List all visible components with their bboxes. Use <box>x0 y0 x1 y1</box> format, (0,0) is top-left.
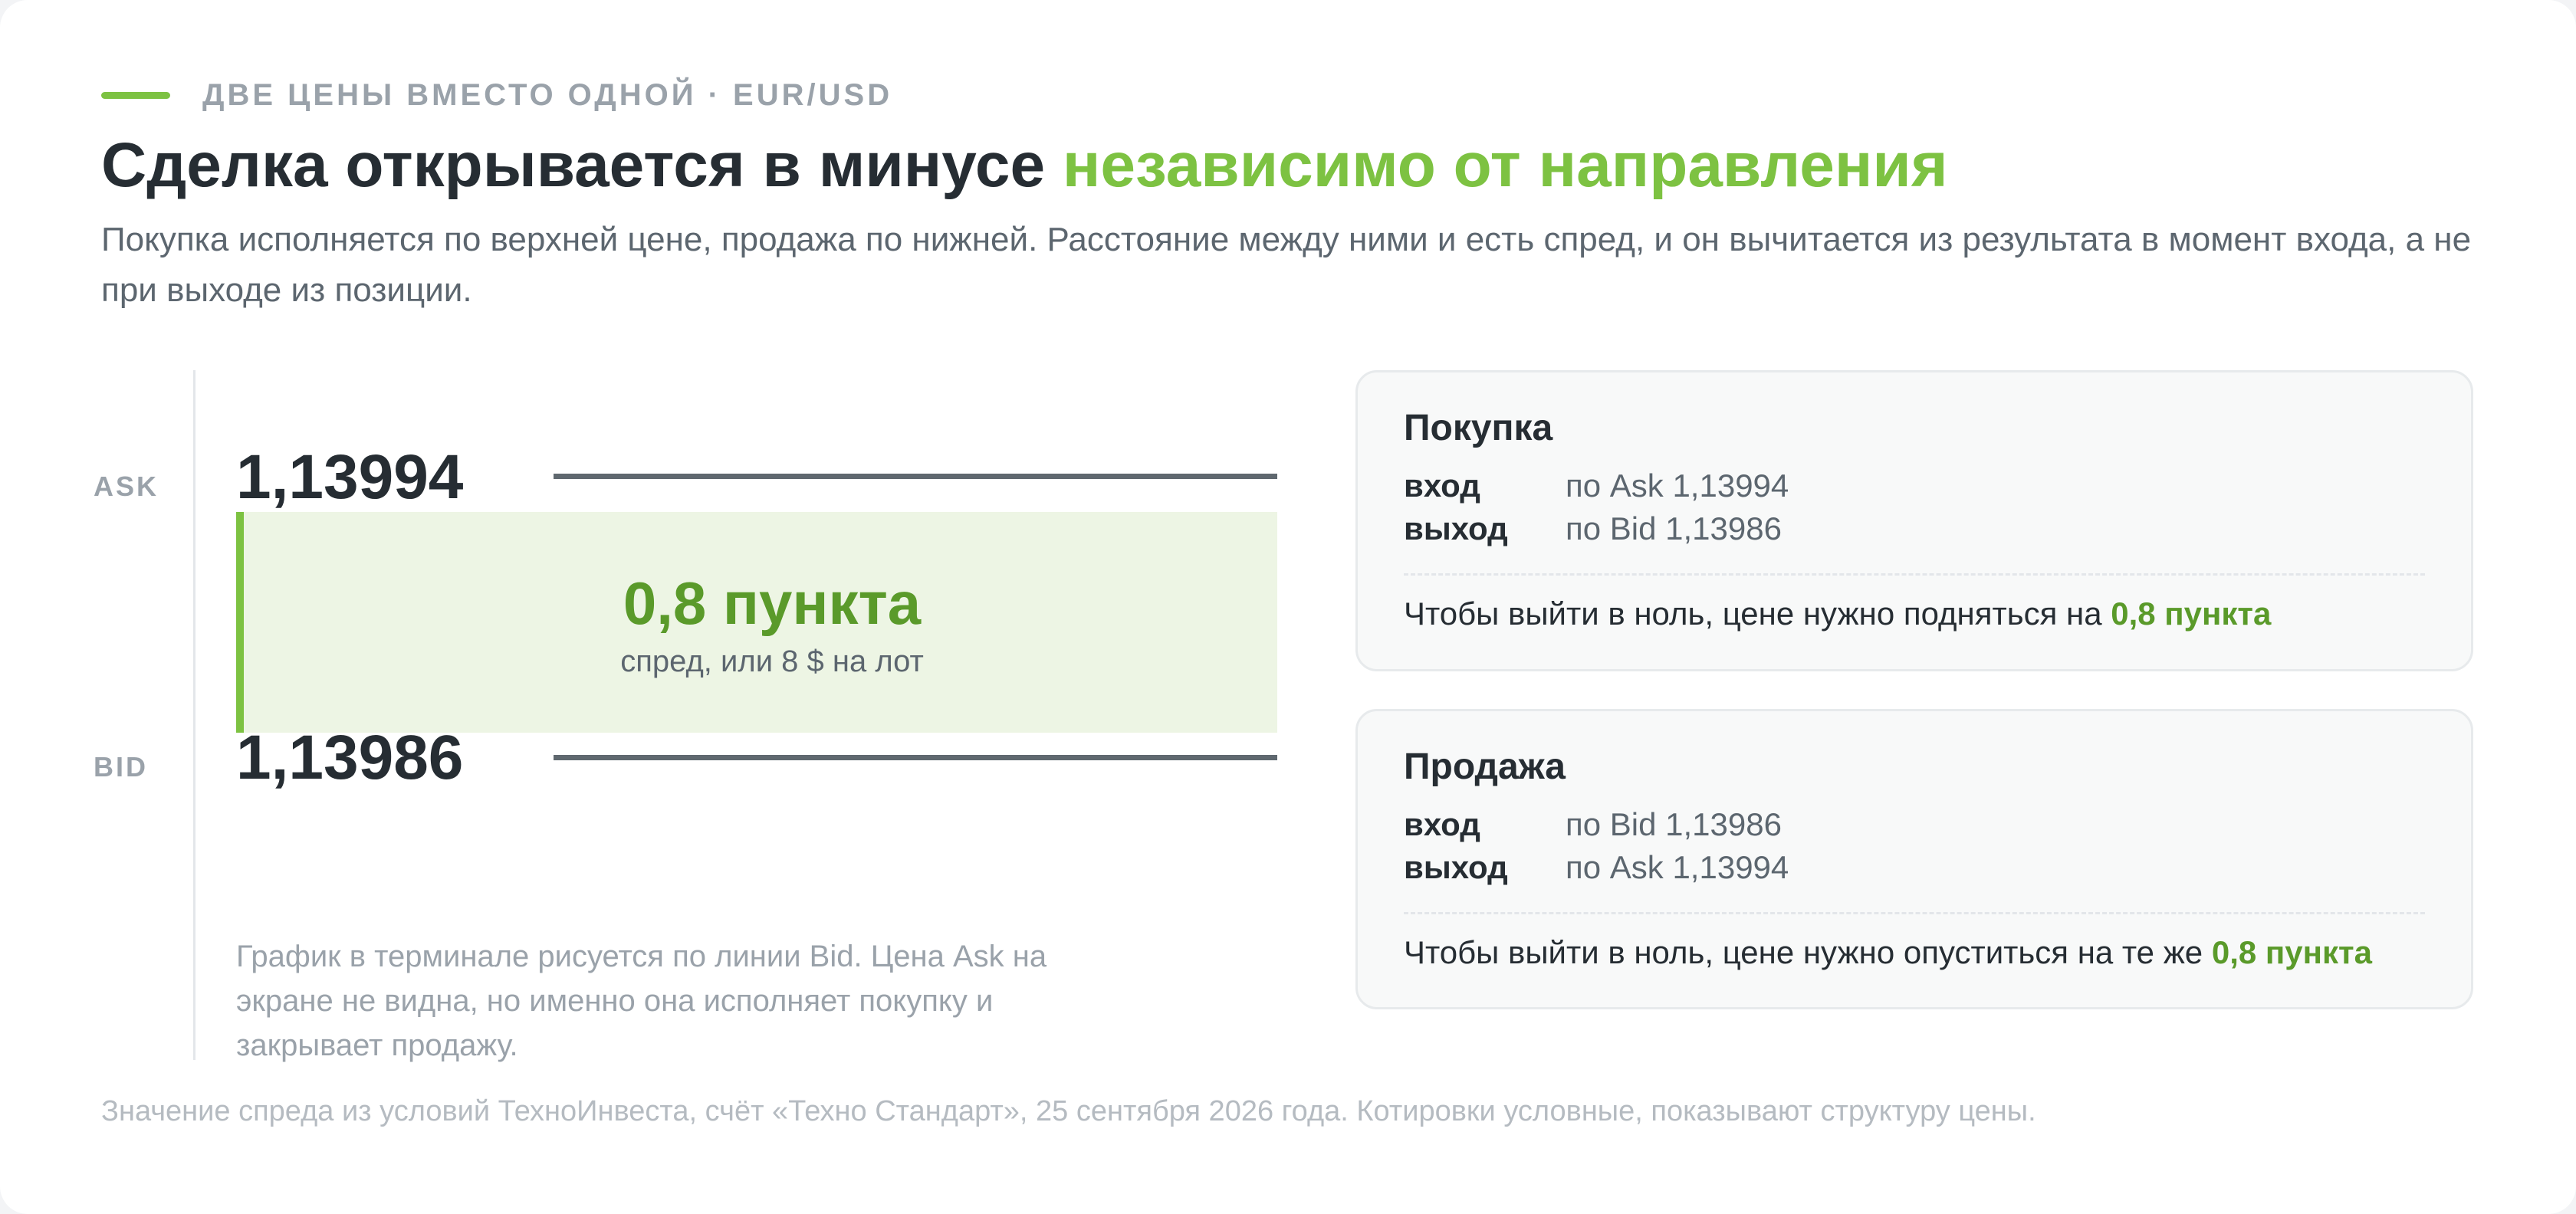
headline-main: Сделка открывается в минусе <box>101 130 1046 200</box>
kicker: ДВЕ ЦЕНЫ ВМЕСТО ОДНОЙ · EUR/USD <box>101 77 892 113</box>
buy-breakeven-label: Чтобы выйти в ноль, цене нужно подняться… <box>1404 596 2102 632</box>
spread-value: 0,8 пункта <box>623 569 922 637</box>
sell-entry-key: вход <box>1404 806 1480 842</box>
buy-panel-divider <box>1404 573 2425 576</box>
buy-exit-key: выход <box>1404 510 1508 546</box>
sell-entry-row: вход по Bid 1,13986 <box>1404 803 1782 846</box>
bid-label: BID <box>94 751 148 783</box>
ask-label: ASK <box>94 471 159 502</box>
page-title: Сделка открывается в минусе независимо о… <box>101 129 1948 202</box>
sell-panel-title: Продажа <box>1404 746 1566 787</box>
sell-breakeven-text: Чтобы выйти в ноль, цене нужно опуститьс… <box>1404 930 2372 975</box>
sell-exit-row: выход по Ask 1,13994 <box>1404 846 1789 889</box>
price-axis-line <box>193 370 196 1060</box>
headline-accent: независимо от направления <box>1062 130 1948 200</box>
buy-breakeven-value: 0,8 пункта <box>2111 596 2272 632</box>
ask-price-line <box>554 474 1277 479</box>
sell-panel: Продажа вход по Bid 1,13986 выход по Ask… <box>1355 709 2473 1009</box>
buy-exit-row: выход по Bid 1,13986 <box>1404 507 1782 550</box>
buy-panel-title: Покупка <box>1404 408 1553 448</box>
sell-exit-key: выход <box>1404 849 1508 885</box>
ask-price: 1,13994 <box>236 442 464 512</box>
infographic-card: ДВЕ ЦЕНЫ ВМЕСТО ОДНОЙ · EUR/USD Сделка о… <box>0 0 2576 1214</box>
buy-breakeven-text: Чтобы выйти в ноль, цене нужно подняться… <box>1404 592 2271 636</box>
sell-entry-value: по Bid 1,13986 <box>1566 806 1782 842</box>
buy-entry-row: вход по Ask 1,13994 <box>1404 464 1789 507</box>
kicker-accent-line <box>101 91 170 99</box>
spread-caption: спред, или 8 $ на лот <box>620 645 924 678</box>
kicker-text: ДВЕ ЦЕНЫ ВМЕСТО ОДНОЙ · EUR/USD <box>202 77 893 112</box>
sell-breakeven-label: Чтобы выйти в ноль, цене нужно опуститьс… <box>1404 934 2203 970</box>
subtitle: Покупка исполняется по верхней цене, про… <box>101 221 2472 309</box>
sell-panel-divider <box>1404 912 2425 914</box>
bid-price-line <box>554 755 1277 760</box>
spread-band: 0,8 пункта спред, или 8 $ на лот <box>236 512 1277 733</box>
buy-entry-value: по Ask 1,13994 <box>1566 468 1789 504</box>
source-footnote: Значение спреда из условий ТехноИнвеста,… <box>101 1095 2036 1127</box>
sell-exit-value: по Ask 1,13994 <box>1566 849 1789 885</box>
sell-breakeven-value: 0,8 пункта <box>2211 934 2372 970</box>
buy-exit-value: по Bid 1,13986 <box>1566 510 1782 546</box>
buy-panel: Покупка вход по Ask 1,13994 выход по Bid… <box>1355 370 2473 671</box>
buy-entry-key: вход <box>1404 468 1480 504</box>
chart-note: График в терминале рисуется по линии Bid… <box>236 940 1047 1062</box>
bid-price: 1,13986 <box>236 723 464 792</box>
